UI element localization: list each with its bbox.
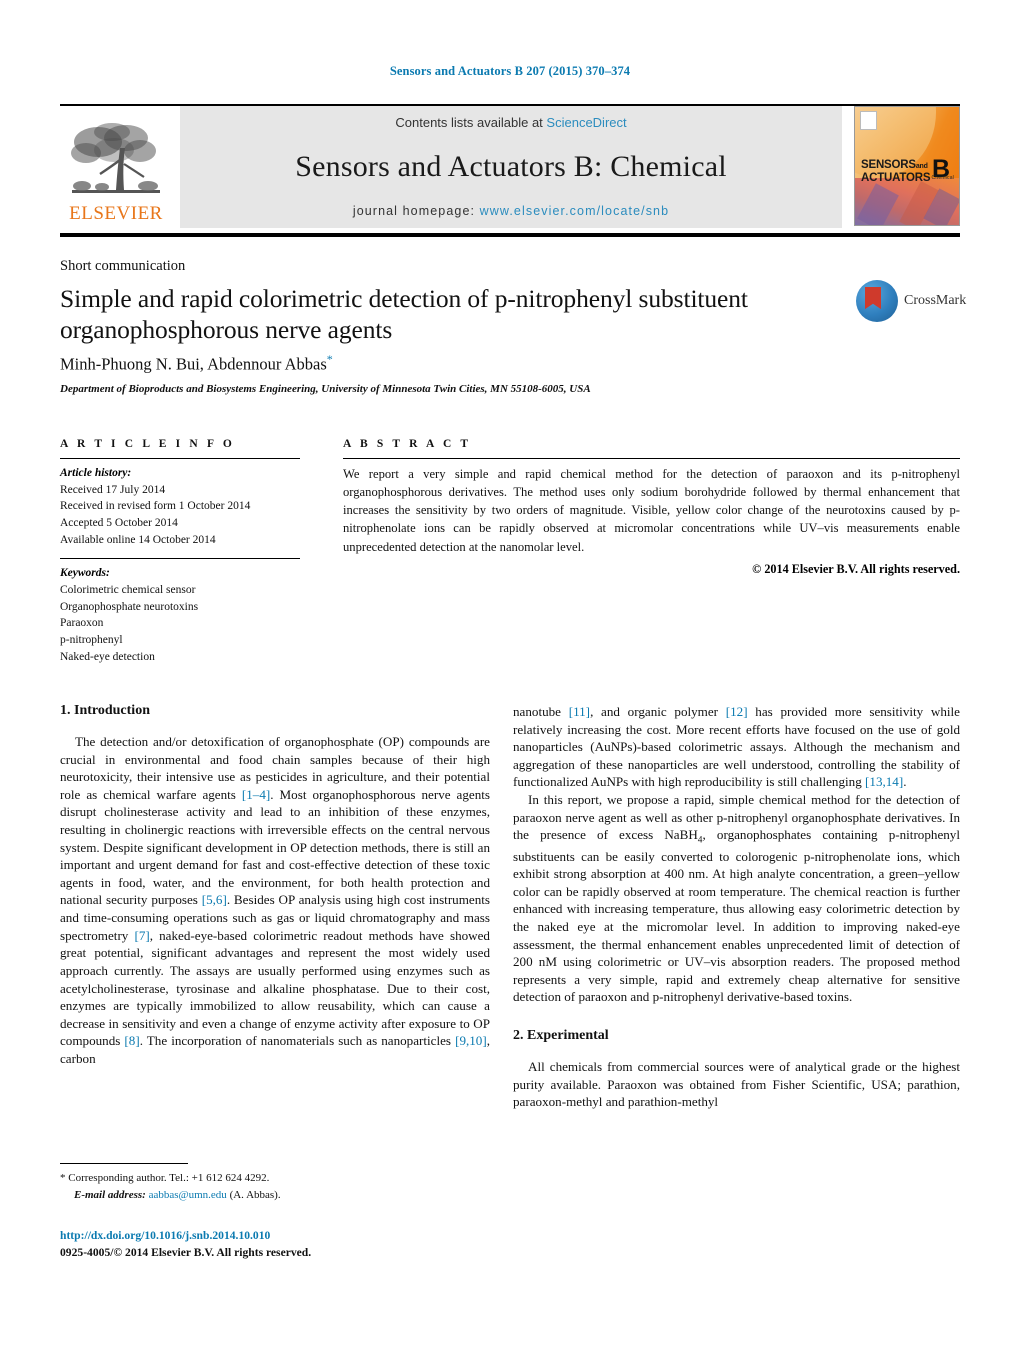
homepage-label: journal homepage: (352, 204, 476, 218)
report-paragraph: In this report, we propose a rapid, simp… (513, 791, 960, 1006)
keywords-label: Keywords: (60, 567, 110, 580)
abstract-heading: A B S T R A C T (343, 438, 472, 450)
citation-ref[interactable]: [1–4] (242, 787, 270, 802)
cover-line-1: SENSORS (861, 158, 916, 171)
section-heading-experimental: 2. Experimental (513, 1028, 609, 1044)
article-info-rule-top (60, 458, 300, 459)
right-text-a: nanotube (513, 704, 569, 719)
doi-link[interactable]: http://dx.doi.org/10.1016/j.snb.2014.10.… (60, 1228, 490, 1245)
citation-ref[interactable]: [8] (124, 1033, 139, 1048)
citation-ref[interactable]: [5,6] (202, 892, 227, 907)
citation-ref[interactable]: [11] (569, 704, 590, 719)
email-label: E-mail address: (74, 1188, 146, 1201)
abstract-rule-top (343, 458, 960, 459)
keyword-item: Colorimetric chemical sensor (60, 584, 196, 597)
page-title: Simple and rapid colorimetric detection … (60, 284, 748, 345)
email-link[interactable]: aabbas@umn.edu (149, 1189, 227, 1201)
journal-title: Sensors and Actuators B: Chemical (295, 150, 727, 183)
doi-block: http://dx.doi.org/10.1016/j.snb.2014.10.… (60, 1228, 490, 1262)
article-history-label: Article history: (60, 467, 132, 479)
affiliation: Department of Bioproducts and Biosystems… (60, 383, 591, 395)
corresponding-author-note: * Corresponding author. Tel.: +1 612 624… (60, 1170, 490, 1187)
history-online: Available online 14 October 2014 (60, 533, 216, 546)
cover-shard-1 (857, 183, 900, 225)
running-head: Sensors and Actuators B 207 (2015) 370–3… (389, 64, 631, 78)
elsevier-tree-icon (68, 120, 164, 204)
email-note: E-mail address: aabbas@umn.edu (A. Abbas… (60, 1187, 490, 1204)
cover-elsevier-mark-icon (860, 111, 877, 130)
copyright-line: © 2014 Elsevier B.V. All rights reserved… (752, 561, 960, 576)
journal-homepage-line: journal homepage: www.elsevier.com/locat… (353, 204, 669, 218)
experimental-paragraph: All chemicals from commercial sources we… (513, 1059, 960, 1110)
crossmark-bookmark-icon (865, 287, 881, 310)
footnote-marker: * (60, 1172, 66, 1184)
article-info-rule-mid (60, 558, 300, 560)
document-type: Short communication (60, 258, 186, 274)
intro-text-d: , naked-eye-based colorimetric readout m… (60, 927, 490, 1049)
issn-copyright-line: 0925-4005/© 2014 Elsevier B.V. All right… (60, 1245, 312, 1259)
cover-line-2: ACTUATORS (861, 172, 931, 185)
crossmark-circle-icon (856, 280, 898, 322)
elsevier-wordmark: ELSEVIER (69, 203, 163, 224)
cover-series-subtitle: Chemical (931, 175, 954, 182)
journal-masthead: ELSEVIER Contents lists available at Sci… (60, 104, 960, 228)
history-revised: Received in revised form 1 October 2014 (60, 500, 251, 513)
email-suffix: (A. Abbas). (229, 1188, 281, 1201)
footnote-rule (60, 1163, 188, 1164)
history-accepted: Accepted 5 October 2014 (60, 517, 178, 530)
history-received: Received 17 July 2014 (60, 483, 166, 496)
citation-ref[interactable]: [9,10] (455, 1033, 487, 1048)
citation-ref[interactable]: [12] (726, 704, 748, 719)
sciencedirect-link[interactable]: ScienceDirect (546, 115, 626, 130)
body-column-right: nanotube [11], and organic polymer [12] … (513, 703, 960, 1111)
cover-title-text: SENSORSand ACTUATORS (861, 158, 931, 186)
journal-cover-thumbnail: SENSORSand ACTUATORS B Chemical (854, 106, 960, 226)
citation-ref[interactable]: [7] (134, 928, 149, 943)
article-info-block: A R T I C L E I N F O Article history: R… (60, 438, 300, 665)
corresponding-author-text: Corresponding author. Tel.: +1 612 624 4… (68, 1172, 270, 1184)
report-text-b: , organophosphates containing p-nitrophe… (513, 827, 960, 1005)
masthead-bottom-rule (60, 233, 960, 237)
crossmark-badge[interactable]: CrossMark (856, 278, 966, 324)
body-column-left: 1. Introduction The detection and/or det… (60, 703, 490, 1068)
article-info-heading: A R T I C L E I N F O (60, 438, 235, 450)
footnote-block: * Corresponding author. Tel.: +1 612 624… (60, 1163, 490, 1203)
section-heading-introduction: 1. Introduction (60, 703, 150, 718)
contents-list-line: Contents lists available at ScienceDirec… (395, 115, 626, 130)
right-text-d: . (903, 774, 907, 790)
keyword-item: Paraoxon (60, 617, 104, 630)
author-list: Minh-Phuong N. Bui, Abdennour Abbas* (60, 352, 333, 375)
intro-text-e: . The incorporation of nanomaterials suc… (139, 1033, 456, 1049)
crossmark-label: CrossMark (904, 293, 967, 308)
journal-band: Contents lists available at ScienceDirec… (180, 106, 842, 228)
intro-text-b: . Most organophosphorous nerve agents di… (60, 786, 490, 908)
author-names: Minh-Phuong N. Bui, Abdennour Abbas (60, 354, 327, 374)
abstract-block: A B S T R A C T We report a very simple … (343, 438, 960, 577)
right-text-b: , and organic polymer (590, 704, 726, 719)
keyword-item: p-nitrophenyl (60, 634, 123, 647)
intro-paragraph: The detection and/or detoxification of o… (60, 733, 490, 1068)
abstract-text: We report a very simple and rapid chemic… (343, 467, 960, 554)
keyword-item: Organophosphate neurotoxins (60, 600, 199, 613)
corresponding-author-marker: * (326, 352, 333, 366)
paper-page: Sensors and Actuators B 207 (2015) 370–3… (0, 0, 1020, 1351)
keyword-item: Naked-eye detection (60, 650, 155, 663)
contents-prefix: Contents lists available at (395, 115, 543, 130)
cover-and: and (915, 162, 928, 170)
homepage-url-link[interactable]: www.elsevier.com/locate/snb (480, 204, 670, 218)
intro-paragraph-continued: nanotube [11], and organic polymer [12] … (513, 703, 960, 791)
elsevier-logo: ELSEVIER (60, 106, 172, 228)
citation-ref[interactable]: [13,14] (865, 774, 903, 789)
